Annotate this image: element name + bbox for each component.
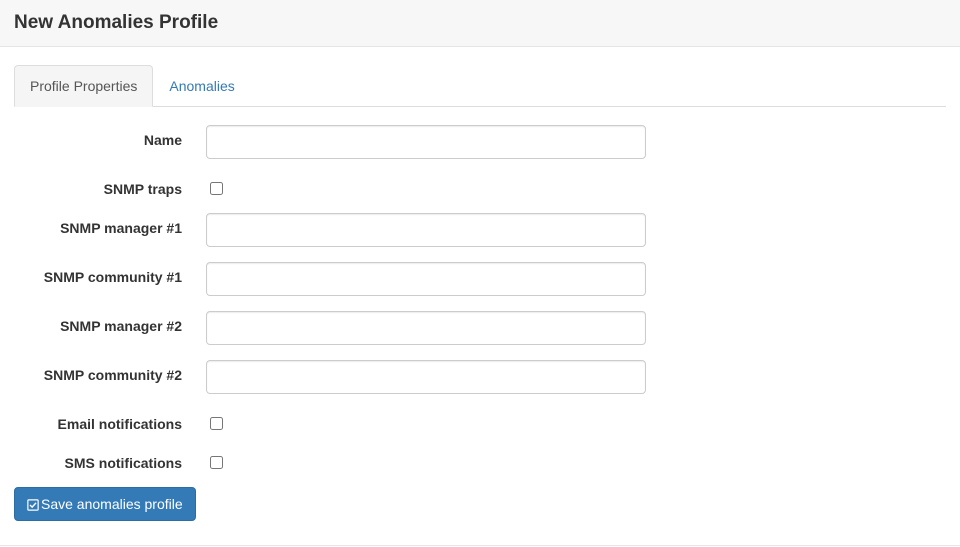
label-snmp-mgr-1: SNMP manager #1: [14, 213, 194, 236]
snmp-community-2-input[interactable]: [206, 360, 646, 394]
form-group-name: Name: [14, 125, 946, 159]
name-input[interactable]: [206, 125, 646, 159]
tab-anomalies[interactable]: Anomalies: [153, 65, 250, 107]
save-button-label: Save anomalies profile: [41, 496, 183, 512]
form-group-email-notif: Email notifications: [14, 409, 946, 433]
sms-notifications-checkbox[interactable]: [210, 456, 223, 469]
form-group-sms-notif: SMS notifications: [14, 448, 946, 472]
snmp-manager-1-input[interactable]: [206, 213, 646, 247]
snmp-community-1-input[interactable]: [206, 262, 646, 296]
content-area: Profile Properties Anomalies Name SNMP t…: [0, 47, 960, 535]
form-group-snmp-comm-2: SNMP community #2: [14, 360, 946, 394]
form-group-snmp-comm-1: SNMP community #1: [14, 262, 946, 296]
form-group-snmp-mgr-1: SNMP manager #1: [14, 213, 946, 247]
form-group-snmp-traps: SNMP traps: [14, 174, 946, 198]
snmp-traps-checkbox[interactable]: [210, 182, 223, 195]
form-group-snmp-mgr-2: SNMP manager #2: [14, 311, 946, 345]
label-sms-notif: SMS notifications: [14, 448, 194, 471]
check-square-icon: [27, 499, 39, 511]
label-snmp-comm-2: SNMP community #2: [14, 360, 194, 383]
email-notifications-checkbox[interactable]: [210, 417, 223, 430]
page-title: New Anomalies Profile: [14, 12, 946, 34]
save-button[interactable]: Save anomalies profile: [14, 487, 196, 521]
label-snmp-traps: SNMP traps: [14, 174, 194, 197]
tab-anomalies-link[interactable]: Anomalies: [153, 65, 250, 107]
label-snmp-mgr-2: SNMP manager #2: [14, 311, 194, 334]
page-header: New Anomalies Profile: [0, 0, 960, 47]
tab-pane-properties: Name SNMP traps SNMP manager #1 SNMP com…: [14, 107, 946, 521]
tab-profile-properties-link[interactable]: Profile Properties: [14, 65, 153, 107]
tab-profile-properties[interactable]: Profile Properties: [14, 65, 153, 107]
label-snmp-comm-1: SNMP community #1: [14, 262, 194, 285]
tab-list: Profile Properties Anomalies: [14, 65, 946, 107]
label-name: Name: [14, 125, 194, 148]
snmp-manager-2-input[interactable]: [206, 311, 646, 345]
label-email-notif: Email notifications: [14, 409, 194, 432]
